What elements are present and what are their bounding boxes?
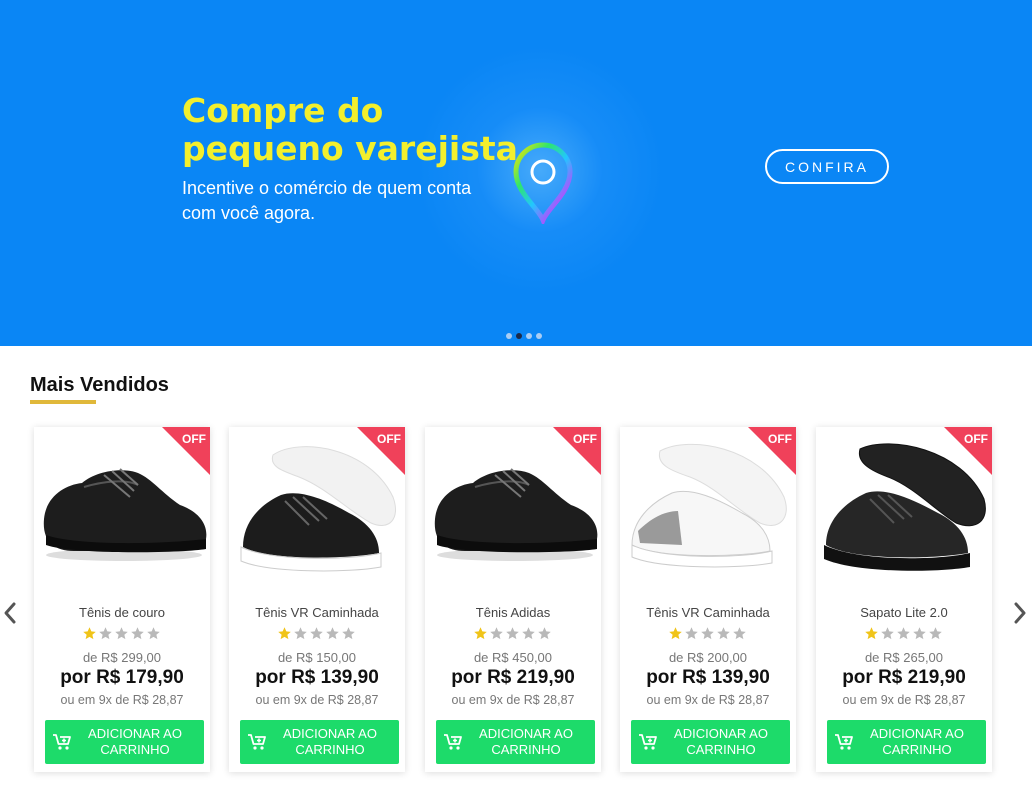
chevron-right-icon[interactable] xyxy=(1012,600,1028,626)
star-empty-icon xyxy=(326,627,339,640)
banner-title: Compre do pequeno varejista xyxy=(182,91,518,168)
old-price: de R$ 265,00 xyxy=(864,650,944,665)
banner-subtitle: Incentive o comércio de quem conta com v… xyxy=(182,178,472,223)
add-cart-icon xyxy=(639,734,657,750)
carousel-dot-active[interactable] xyxy=(516,333,522,339)
add-to-cart-button[interactable]: ADICIONAR AO CARRINHO xyxy=(827,720,986,764)
star-empty-icon xyxy=(897,627,910,640)
star-empty-icon xyxy=(131,627,144,640)
current-price: por R$ 219,90 xyxy=(451,667,575,688)
product-card[interactable]: OFF Tênis de couro de R$ 299,00 por R$ 1… xyxy=(34,427,210,772)
old-price: de R$ 200,00 xyxy=(668,650,748,665)
add-to-cart-label: ADICIONAR AO CARRINHO xyxy=(88,726,182,757)
old-price: de R$ 450,00 xyxy=(473,650,553,665)
installments-text: ou em 9x de R$ 28,87 xyxy=(255,693,379,707)
star-empty-icon xyxy=(913,627,926,640)
current-price: por R$ 139,90 xyxy=(255,667,379,688)
add-cart-icon xyxy=(248,734,266,750)
add-to-cart-label: ADICIONAR AO CARRINHO xyxy=(870,726,964,757)
hero-banner[interactable]: Compre do pequeno varejista Incentive o … xyxy=(0,0,1032,346)
current-price: por R$ 139,90 xyxy=(646,667,770,688)
star-empty-icon xyxy=(733,627,746,640)
carousel-dot[interactable] xyxy=(526,333,532,339)
product-card[interactable]: OFF Sapato Lite 2.0 de R$ 265,00 por R$ … xyxy=(816,427,992,772)
star-filled-icon xyxy=(669,627,682,640)
off-badge-label: OFF xyxy=(964,432,988,446)
star-filled-icon xyxy=(83,627,96,640)
old-price: de R$ 150,00 xyxy=(277,650,357,665)
star-empty-icon xyxy=(310,627,323,640)
star-empty-icon xyxy=(522,627,535,640)
off-badge-label: OFF xyxy=(182,432,206,446)
off-badge-label: OFF xyxy=(377,432,401,446)
installments-text: ou em 9x de R$ 28,87 xyxy=(60,693,184,707)
rating-stars xyxy=(82,626,166,642)
carousel-dot[interactable] xyxy=(506,333,512,339)
star-filled-icon xyxy=(474,627,487,640)
add-to-cart-label: ADICIONAR AO CARRINHO xyxy=(674,726,768,757)
star-empty-icon xyxy=(538,627,551,640)
star-empty-icon xyxy=(99,627,112,640)
installments-text: ou em 9x de R$ 28,87 xyxy=(842,693,966,707)
section-title: Mais Vendidos xyxy=(30,374,169,396)
chevron-left-icon[interactable] xyxy=(2,600,18,626)
add-to-cart-button[interactable]: ADICIONAR AO CARRINHO xyxy=(436,720,595,764)
rating-stars xyxy=(277,626,361,642)
rating-stars xyxy=(473,626,557,642)
star-empty-icon xyxy=(717,627,730,640)
confira-button[interactable]: CONFIRA xyxy=(765,149,889,184)
add-cart-icon xyxy=(444,734,462,750)
off-badge: OFF xyxy=(748,427,796,475)
off-badge: OFF xyxy=(162,427,210,475)
add-to-cart-label: ADICIONAR AO CARRINHO xyxy=(283,726,377,757)
star-empty-icon xyxy=(685,627,698,640)
add-to-cart-button[interactable]: ADICIONAR AO CARRINHO xyxy=(240,720,399,764)
star-empty-icon xyxy=(342,627,355,640)
star-empty-icon xyxy=(929,627,942,640)
section-title-underline xyxy=(30,400,96,404)
product-name[interactable]: Sapato Lite 2.0 xyxy=(816,605,992,620)
add-cart-icon xyxy=(835,734,853,750)
old-price: de R$ 299,00 xyxy=(82,650,162,665)
product-name[interactable]: Tênis VR Caminhada xyxy=(620,605,796,620)
star-filled-icon xyxy=(278,627,291,640)
product-card[interactable]: OFF Tênis Adidas de R$ 450,00 por R$ 219… xyxy=(425,427,601,772)
star-empty-icon xyxy=(294,627,307,640)
star-empty-icon xyxy=(115,627,128,640)
star-empty-icon xyxy=(147,627,160,640)
rating-stars xyxy=(668,626,752,642)
product-name[interactable]: Tênis VR Caminhada xyxy=(229,605,405,620)
star-empty-icon xyxy=(506,627,519,640)
current-price: por R$ 179,90 xyxy=(60,667,184,688)
current-price: por R$ 219,90 xyxy=(842,667,966,688)
star-empty-icon xyxy=(701,627,714,640)
star-empty-icon xyxy=(490,627,503,640)
installments-text: ou em 9x de R$ 28,87 xyxy=(451,693,575,707)
off-badge: OFF xyxy=(944,427,992,475)
carousel-dots xyxy=(506,333,542,339)
add-to-cart-label: ADICIONAR AO CARRINHO xyxy=(479,726,573,757)
add-to-cart-button[interactable]: ADICIONAR AO CARRINHO xyxy=(631,720,790,764)
location-pin-icon xyxy=(513,142,573,224)
carousel-dot[interactable] xyxy=(536,333,542,339)
product-name[interactable]: Tênis Adidas xyxy=(425,605,601,620)
star-empty-icon xyxy=(881,627,894,640)
rating-stars xyxy=(864,626,948,642)
installments-text: ou em 9x de R$ 28,87 xyxy=(646,693,770,707)
off-badge: OFF xyxy=(553,427,601,475)
add-to-cart-button[interactable]: ADICIONAR AO CARRINHO xyxy=(45,720,204,764)
star-filled-icon xyxy=(865,627,878,640)
product-name[interactable]: Tênis de couro xyxy=(34,605,210,620)
off-badge-label: OFF xyxy=(573,432,597,446)
off-badge: OFF xyxy=(357,427,405,475)
off-badge-label: OFF xyxy=(768,432,792,446)
product-card[interactable]: OFF Tênis VR Caminhada de R$ 150,00 por … xyxy=(229,427,405,772)
add-cart-icon xyxy=(53,734,71,750)
product-card[interactable]: OFF Tênis VR Caminhada de R$ 200,00 por … xyxy=(620,427,796,772)
